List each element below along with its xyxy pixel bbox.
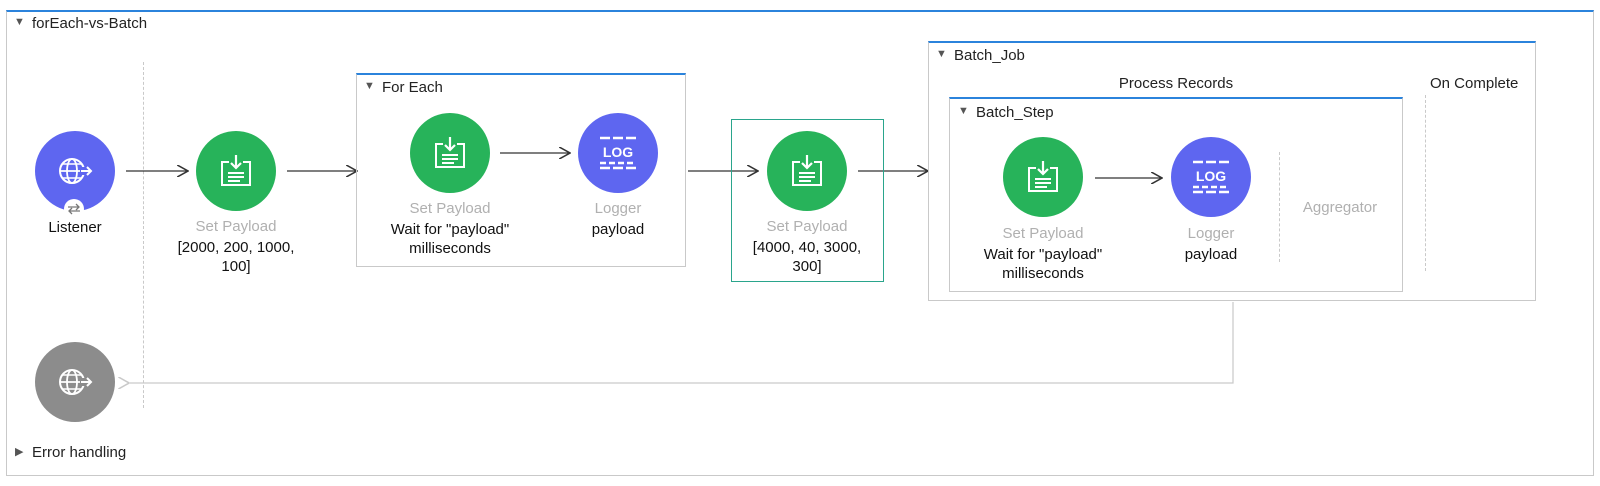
logger-icon: LOG	[1193, 160, 1229, 194]
on-complete-separator	[1425, 95, 1426, 271]
swap-icon	[68, 203, 80, 215]
set-payload-1-value: [2000, 200, 1000, 100]	[177, 239, 295, 275]
for-each-set-payload-value: Wait for "payload" milliseconds	[390, 221, 510, 257]
globe-arrow-icon	[59, 369, 93, 395]
batch-step-set-payload-title: Set Payload	[1002, 225, 1084, 242]
aggregator-separator	[1279, 152, 1280, 262]
batch-step-title: Batch_Step	[976, 104, 1054, 121]
logger-icon-text: LOG	[1196, 168, 1226, 184]
set-payload-2-title: Set Payload	[766, 218, 848, 235]
logger-icon-text: LOG	[603, 144, 633, 160]
set-payload-icon	[1028, 161, 1058, 192]
on-complete-label: On Complete	[1430, 75, 1519, 92]
process-records-label: Process Records	[1118, 75, 1234, 92]
for-each-title: For Each	[382, 79, 443, 96]
listener-response-node[interactable]	[35, 342, 115, 422]
expand-caret-icon[interactable]: ▶	[15, 445, 23, 458]
error-handling-label[interactable]: Error handling	[32, 444, 126, 461]
for-each-set-payload-title: Set Payload	[409, 200, 491, 217]
globe-arrow-icon	[59, 158, 93, 184]
logger-icon: LOG	[600, 136, 636, 170]
aggregator-label[interactable]: Aggregator	[1289, 199, 1391, 216]
set-payload-1-node[interactable]	[196, 131, 276, 211]
batch-step-logger-title: Logger	[1187, 225, 1235, 242]
set-payload-icon	[792, 155, 822, 186]
listener-label: Listener	[48, 219, 102, 236]
exchange-badge	[64, 199, 84, 219]
batch-step-logger-value: payload	[1184, 246, 1238, 263]
batch-job-title: Batch_Job	[954, 47, 1025, 64]
for-each-caret-icon[interactable]: ▼	[364, 80, 375, 92]
for-each-logger-node[interactable]: LOG	[578, 113, 658, 193]
set-payload-2-node[interactable]	[767, 131, 847, 211]
for-each-logger-title: Logger	[594, 200, 642, 217]
return-connector	[128, 302, 1234, 383]
for-each-set-payload-node[interactable]	[410, 113, 490, 193]
batch-job-caret-icon[interactable]: ▼	[936, 48, 947, 60]
for-each-logger-value: payload	[591, 221, 645, 238]
batch-step-set-payload-value: Wait for "payload" milliseconds	[983, 246, 1103, 282]
batch-step-caret-icon[interactable]: ▼	[958, 105, 969, 117]
set-payload-1-title: Set Payload	[195, 218, 277, 235]
batch-step-set-payload-node[interactable]	[1003, 137, 1083, 217]
set-payload-icon	[221, 155, 251, 186]
batch-step-logger-node[interactable]: LOG	[1171, 137, 1251, 217]
set-payload-icon	[435, 137, 465, 168]
set-payload-2-value: [4000, 40, 3000, 300]	[752, 239, 862, 275]
